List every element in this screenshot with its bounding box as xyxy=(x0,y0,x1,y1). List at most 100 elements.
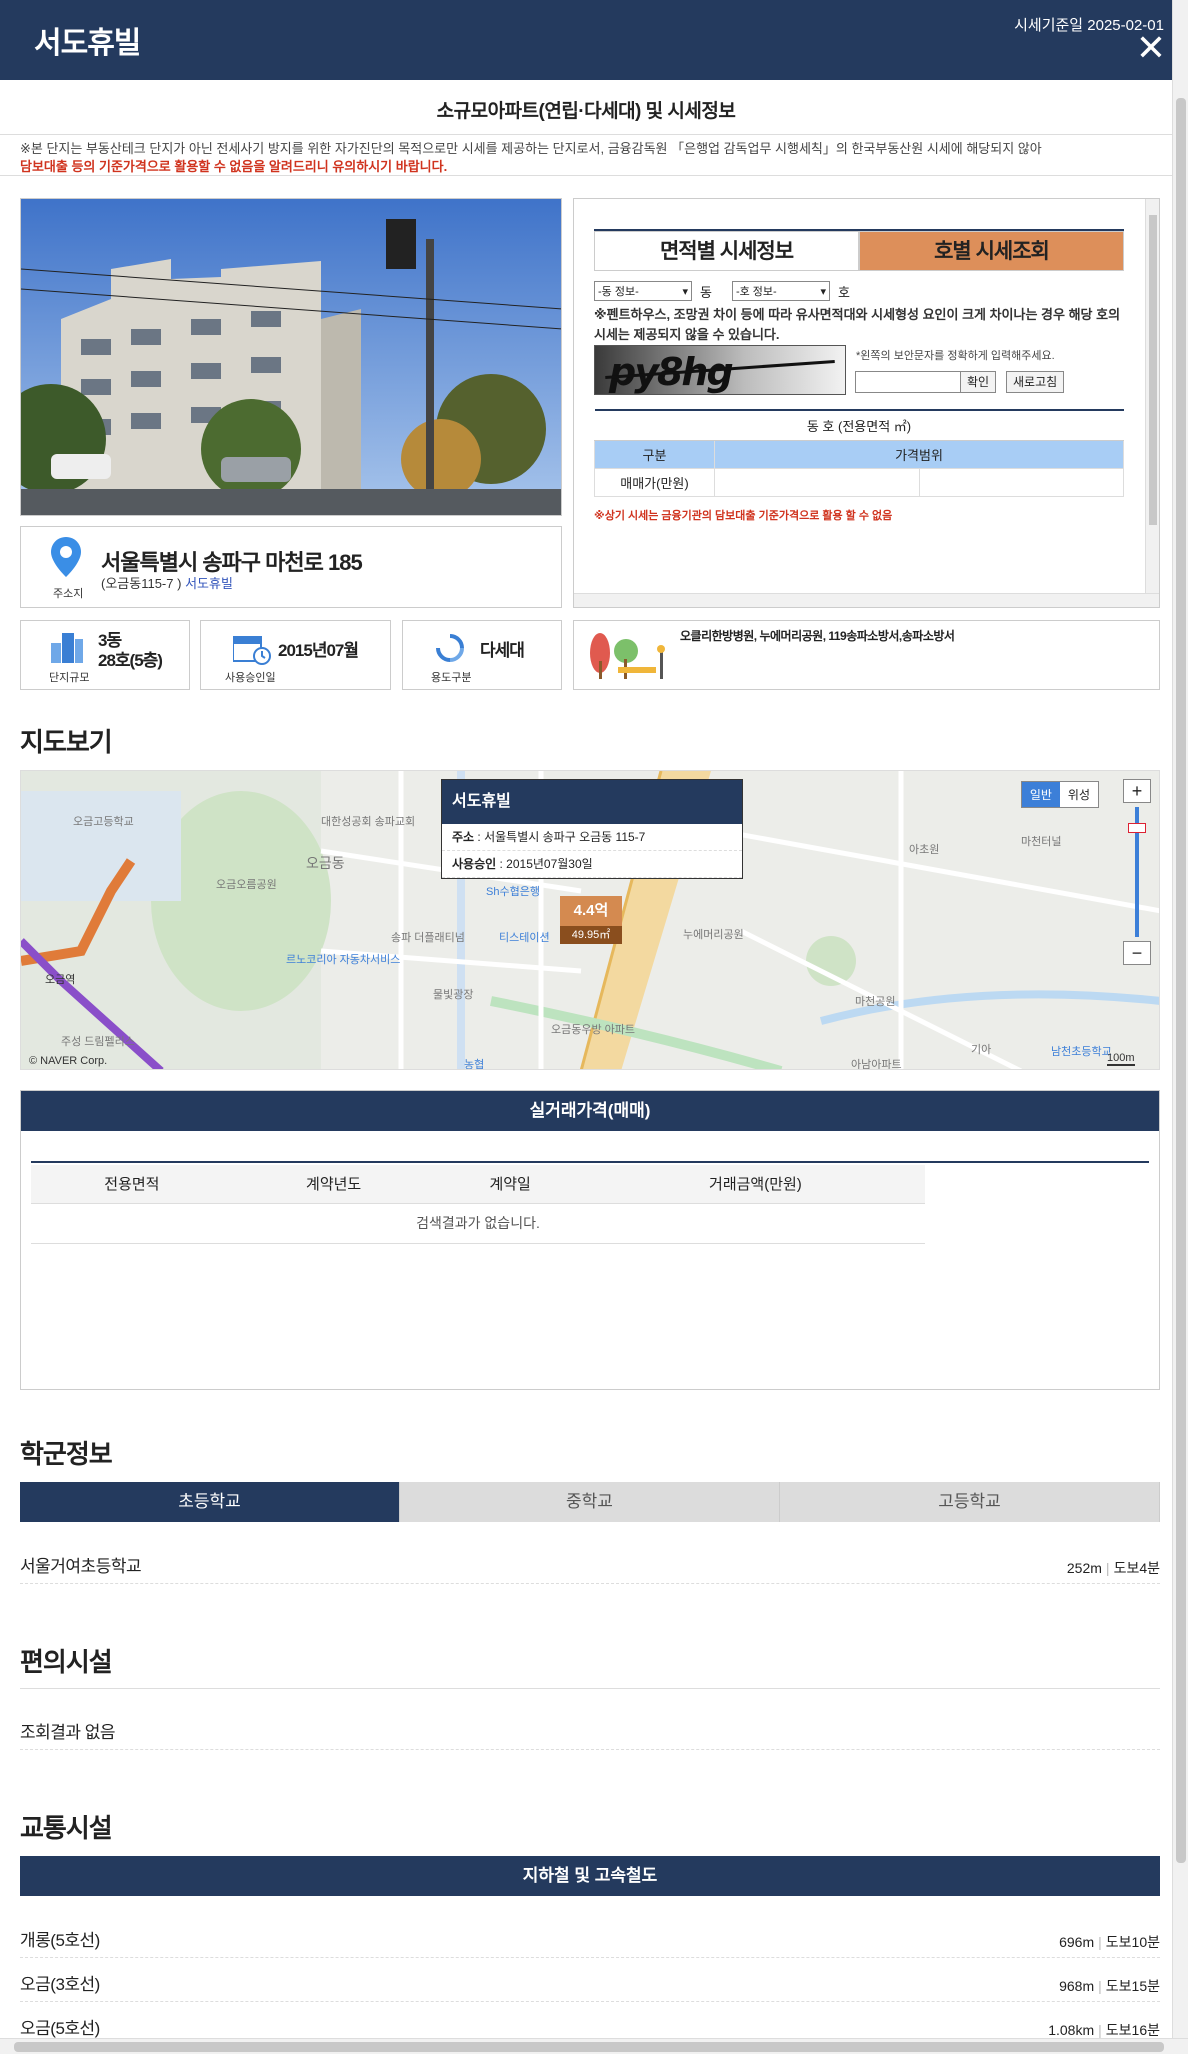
map-info-popup: 서도휴빌 주소 : 서울특별시 송파구 오금동 115-7 사용승인 : 201… xyxy=(441,779,743,879)
scale-dong: 3동 xyxy=(98,631,122,650)
price-marker[interactable]: 4.4억 49.95㎡ xyxy=(560,896,622,946)
lot-number: (오금동115-7 ) xyxy=(101,576,182,591)
walk-time: 도보16분 xyxy=(1105,2022,1160,2038)
trade-title: 실거래가격(매매) xyxy=(21,1091,1159,1131)
map-label: 아초원 xyxy=(909,844,940,856)
use-type: 다세대 xyxy=(480,641,525,660)
chevron-down-icon: ▾ xyxy=(682,285,688,298)
trade-divider xyxy=(31,1161,1149,1163)
map-label: 오금동 xyxy=(306,855,345,871)
park-icon xyxy=(590,633,665,679)
complex-link[interactable]: 서도휴빌 xyxy=(185,576,233,591)
notice-text: ※본 단지는 부동산테크 단지가 아닌 전세사기 방지를 위한 자가진단의 목적… xyxy=(20,141,1042,156)
notice-banner: ※본 단지는 부동산테크 단지가 아닌 전세사기 방지를 위한 자가진단의 목적… xyxy=(0,134,1172,176)
popup-approval: 사용승인 : 2015년07월30일 xyxy=(442,851,742,878)
popup-approval-label: 사용승인 xyxy=(452,857,497,871)
map-label: 기아 xyxy=(971,1044,992,1056)
map-label: 오금오름공원 xyxy=(216,879,277,891)
separator: | xyxy=(1098,1978,1102,1994)
dong-suffix: 동 xyxy=(700,284,712,300)
zoom-in-button[interactable]: + xyxy=(1123,779,1151,803)
map-scale-bar: 100m xyxy=(1107,1052,1135,1066)
school-section-title: 학군정보 xyxy=(20,1439,113,1469)
unit-selectors: -동 정보- ▾ 동 -호 정보- ▾ 호 xyxy=(594,281,850,301)
col-range: 가격범위 xyxy=(714,439,1124,469)
col-area: 전용면적 xyxy=(31,1165,233,1204)
ho-select-value: -호 정보- xyxy=(735,286,777,298)
map-label: 남천초등학교 xyxy=(1051,1046,1112,1058)
station-name: 오금(5호선) xyxy=(20,2019,100,2038)
distance-value: 968m xyxy=(1059,1978,1095,1994)
lot-address: (오금동115-7 ) 서도휴빌 xyxy=(101,573,233,592)
use-box: 용도구분 다세대 xyxy=(402,620,562,690)
map-label: 농협 xyxy=(464,1059,485,1070)
zoom-control: + − xyxy=(1123,779,1151,975)
map-normal-button[interactable]: 일반 xyxy=(1021,782,1060,807)
price-panel: 면적별 시세정보 호별 시세조회 -동 정보- ▾ 동 -호 정보- ▾ 호 ※펜트… xyxy=(573,198,1160,608)
price-cell-low xyxy=(714,467,920,497)
scrollbar-thumb[interactable] xyxy=(1149,215,1157,525)
row-label: 매매가(만원) xyxy=(594,467,715,497)
building-icon xyxy=(51,633,83,663)
popup-address-label: 주소 xyxy=(452,830,475,844)
dong-select-value: -동 정보- xyxy=(598,286,639,298)
map-label: 주성 드림펠리스 xyxy=(61,1036,135,1048)
map-satellite-button[interactable]: 위성 xyxy=(1059,782,1098,807)
tab-middle[interactable]: 중학교 xyxy=(400,1482,780,1522)
map-label: 물빛광장 xyxy=(433,989,474,1001)
station-name: 오금(3호선) xyxy=(20,1975,100,1994)
captcha-refresh-button[interactable]: 새로고침 xyxy=(1006,371,1065,393)
panel-hscrollbar[interactable] xyxy=(574,593,1159,607)
price-cell-high xyxy=(918,467,1124,497)
station-distance: 968m | 도보15분 xyxy=(1059,1976,1160,1996)
captcha-image: py8hg xyxy=(594,345,846,395)
unit-price-table: 동 호 (전용면적 ㎡) 구분 가격범위 매매가(만원) xyxy=(594,409,1124,497)
tab-elementary[interactable]: 초등학교 xyxy=(20,1482,400,1522)
distance-value: 252m xyxy=(1066,1560,1102,1576)
map-view[interactable]: 오금고등학교 대한성공회 송파교회 오금동 오금오름공원 Sh수협은행 티스테이… xyxy=(20,770,1160,1070)
walk-time: 도보15분 xyxy=(1105,1978,1160,1994)
transit-row: 오금(3호선) 968m | 도보15분 xyxy=(20,1962,1160,2002)
map-label: Sh수협은행 xyxy=(486,886,540,898)
walk-time: 도보4분 xyxy=(1113,1560,1160,1576)
separator: | xyxy=(1098,2022,1102,2038)
col-amount: 거래금액(만원) xyxy=(585,1165,925,1204)
scale-box: 단지규모 3동 28호(5층) xyxy=(20,620,190,690)
captcha-confirm-button[interactable]: 확인 xyxy=(960,371,997,393)
nearby-facilities: 오클리한방병원, 누에머리공원, 119송파소방서,송파소방서 xyxy=(680,629,955,643)
address-label: 주소지 xyxy=(53,588,84,600)
map-label: 티스테이션 xyxy=(499,932,550,944)
panel-scrollbar[interactable] xyxy=(1145,199,1159,595)
price-tabs: 면적별 시세정보 호별 시세조회 xyxy=(594,229,1124,271)
ho-select[interactable]: -호 정보- ▾ xyxy=(731,281,830,301)
zoom-out-button[interactable]: − xyxy=(1123,941,1151,965)
chevron-down-icon: ▾ xyxy=(820,285,826,298)
map-label: 누에머리공원 xyxy=(683,929,744,941)
address-box: 주소지 서울특별시 송파구 마천로 185 (오금동115-7 ) 서도휴빌 xyxy=(20,526,562,608)
tab-high[interactable]: 고등학교 xyxy=(780,1482,1160,1522)
map-label: 마천공원 xyxy=(855,996,896,1008)
approval-box: 사용승인일 2015년07월 xyxy=(200,620,391,690)
transit-section-title: 교통시설 xyxy=(20,1813,113,1843)
map-type-toggle: 일반 위성 xyxy=(1020,781,1099,808)
zoom-slider[interactable] xyxy=(1128,807,1146,937)
captcha-input[interactable] xyxy=(855,371,961,393)
tab-area-price[interactable]: 면적별 시세정보 xyxy=(594,231,859,271)
convenience-empty: 조회결과 없음 xyxy=(20,1723,116,1742)
zoom-slider-handle[interactable] xyxy=(1128,823,1146,833)
marker-area: 49.95㎡ xyxy=(560,926,622,944)
convenience-section-title: 편의시설 xyxy=(20,1647,113,1677)
trade-empty: 검색결과가 없습니다. xyxy=(31,1203,925,1244)
popup-title: 서도휴빌 xyxy=(442,780,742,824)
vertical-scrollbar[interactable] xyxy=(1172,0,1188,2038)
map-label: 르노코리아 자동차서비스 xyxy=(286,954,401,966)
col-type: 구분 xyxy=(594,439,715,469)
scrollbar-thumb[interactable] xyxy=(1176,98,1186,1863)
tab-unit-price[interactable]: 호별 시세조회 xyxy=(859,231,1124,271)
building-photo xyxy=(20,198,562,516)
popup-approval-value: : 2015년07월30일 xyxy=(496,857,593,871)
dong-select[interactable]: -동 정보- ▾ xyxy=(594,281,692,301)
close-icon[interactable]: ✕ xyxy=(1136,30,1166,66)
separator: | xyxy=(1105,1560,1110,1576)
loan-note: ※상기 시세는 금융기관의 담보대출 기준가격으로 활용 할 수 없음 xyxy=(594,510,893,522)
